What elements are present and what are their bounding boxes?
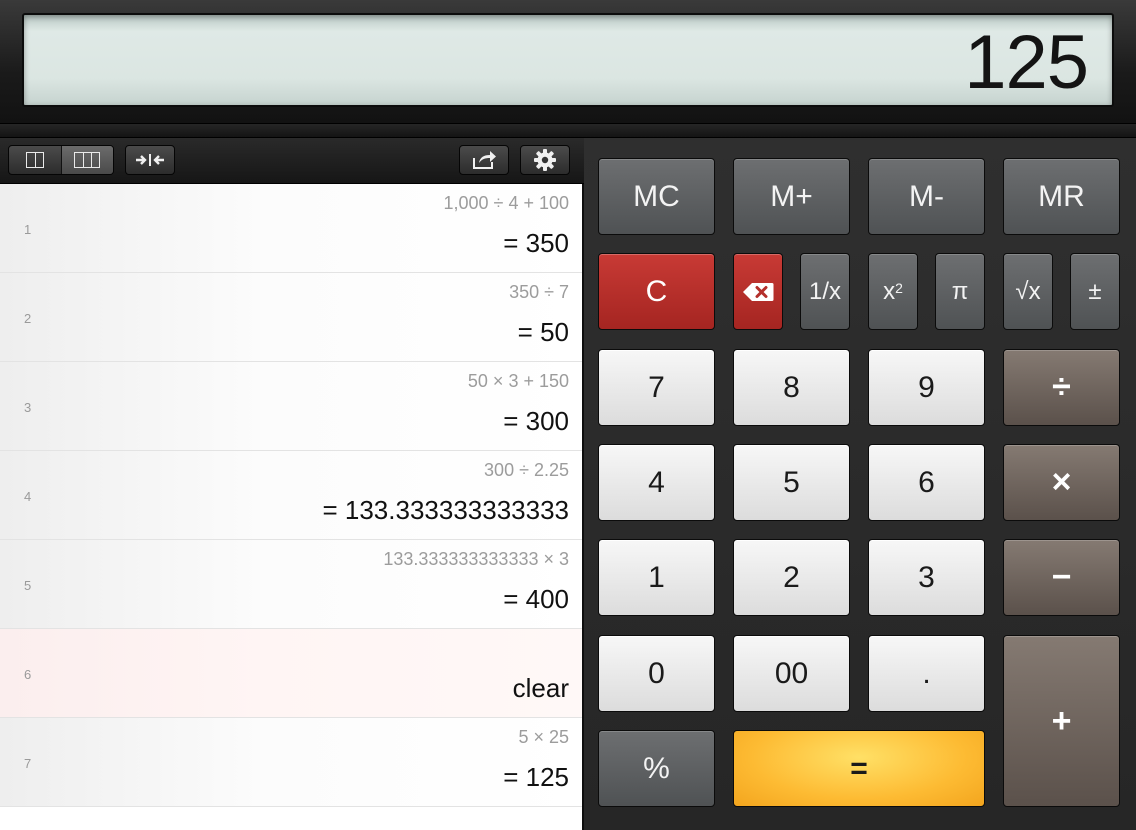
lcd-display: 125 [22, 13, 1114, 107]
clear-button[interactable]: C [598, 253, 715, 330]
sign-toggle-button[interactable]: ± [1070, 253, 1120, 330]
history-row[interactable]: 2 350 ÷ 7 = 50 [0, 273, 582, 362]
plus-button[interactable]: + [1003, 635, 1120, 807]
pi-button[interactable]: π [935, 253, 985, 330]
backspace-icon [743, 282, 774, 301]
double-zero-button[interactable]: 00 [733, 635, 850, 712]
divide-button[interactable]: ÷ [1003, 349, 1120, 426]
digit-4-button[interactable]: 4 [598, 444, 715, 521]
history-row-number: 7 [24, 756, 32, 771]
history-expression: 50 × 3 + 150 [467, 371, 569, 391]
history-row-number: 5 [24, 578, 32, 593]
backspace-button[interactable] [733, 253, 783, 330]
history-result: = 50 [517, 317, 569, 347]
share-group [459, 145, 509, 175]
digit-6-button[interactable]: 6 [868, 444, 985, 521]
keypad: MC M+ M- MR C 1/x x2 π √x ± 7 8 9 ÷ 4 5 … [584, 138, 1136, 830]
memory-recall-button[interactable]: MR [1003, 158, 1120, 235]
display-bar: 125 [0, 0, 1136, 124]
settings-group [520, 145, 570, 175]
display-value: 125 [964, 20, 1089, 105]
history-toolbar [0, 138, 584, 184]
history-row-number: 6 [24, 667, 32, 682]
settings-button[interactable] [521, 146, 569, 174]
square-button[interactable]: x2 [868, 253, 918, 330]
history-result: clear [512, 673, 569, 703]
history-result: = 300 [503, 406, 569, 436]
square-label: x [883, 277, 896, 305]
history-row[interactable]: 1 1,000 ÷ 4 + 100 = 350 [0, 184, 582, 273]
equals-button[interactable]: = [733, 730, 985, 807]
history-row[interactable]: 5 133.333333333333 × 3 = 400 [0, 540, 582, 629]
two-column-layout-icon [25, 152, 44, 168]
multiply-button[interactable]: × [1003, 444, 1120, 521]
digit-9-button[interactable]: 9 [868, 349, 985, 426]
collapse-group [125, 145, 175, 175]
square-root-button[interactable]: √x [1003, 253, 1053, 330]
history-expression: 300 ÷ 2.25 [484, 460, 569, 480]
percent-button[interactable]: % [598, 730, 715, 807]
collapse-button[interactable] [126, 146, 174, 174]
history-row[interactable]: 4 300 ÷ 2.25 = 133.333333333333 [0, 451, 582, 540]
history-list: 1 1,000 ÷ 4 + 100 = 350 2 350 ÷ 7 = 50 3… [0, 184, 582, 807]
history-panel: 1 1,000 ÷ 4 + 100 = 350 2 350 ÷ 7 = 50 3… [0, 138, 584, 830]
digit-8-button[interactable]: 8 [733, 349, 850, 426]
layout-toggle [8, 145, 114, 175]
three-column-layout-icon [74, 152, 101, 168]
memory-subtract-button[interactable]: M- [868, 158, 985, 235]
history-row[interactable]: 3 50 × 3 + 150 = 300 [0, 362, 582, 451]
history-row-number: 3 [24, 400, 32, 415]
history-row[interactable]: 7 5 × 25 = 125 [0, 718, 582, 807]
history-result: = 133.333333333333 [322, 495, 569, 525]
square-exponent: 2 [895, 279, 903, 296]
reciprocal-button[interactable]: 1/x [800, 253, 850, 330]
digit-2-button[interactable]: 2 [733, 539, 850, 616]
history-expression: 133.333333333333 × 3 [383, 549, 569, 569]
display-divider [0, 124, 1136, 138]
history-row-number: 1 [24, 222, 32, 237]
share-icon [473, 151, 496, 169]
digit-1-button[interactable]: 1 [598, 539, 715, 616]
memory-clear-button[interactable]: MC [598, 158, 715, 235]
digit-3-button[interactable]: 3 [868, 539, 985, 616]
history-result: = 350 [503, 228, 569, 258]
history-row-clear[interactable]: 6 clear [0, 629, 582, 718]
two-column-layout-button[interactable] [9, 146, 61, 174]
history-expression: 1,000 ÷ 4 + 100 [443, 193, 569, 213]
gear-icon [534, 149, 556, 171]
decimal-point-button[interactable]: . [868, 635, 985, 712]
digit-0-button[interactable]: 0 [598, 635, 715, 712]
digit-7-button[interactable]: 7 [598, 349, 715, 426]
share-button[interactable] [460, 146, 508, 174]
minus-button[interactable]: − [1003, 539, 1120, 616]
history-result: = 400 [503, 584, 569, 614]
memory-add-button[interactable]: M+ [733, 158, 850, 235]
history-result: = 125 [503, 762, 569, 792]
digit-5-button[interactable]: 5 [733, 444, 850, 521]
history-row-number: 4 [24, 489, 32, 504]
three-column-layout-button[interactable] [60, 146, 113, 174]
history-row-number: 2 [24, 311, 32, 326]
history-expression: 350 ÷ 7 [509, 282, 569, 302]
collapse-arrows-icon [136, 154, 164, 166]
history-expression: 5 × 25 [518, 727, 569, 747]
